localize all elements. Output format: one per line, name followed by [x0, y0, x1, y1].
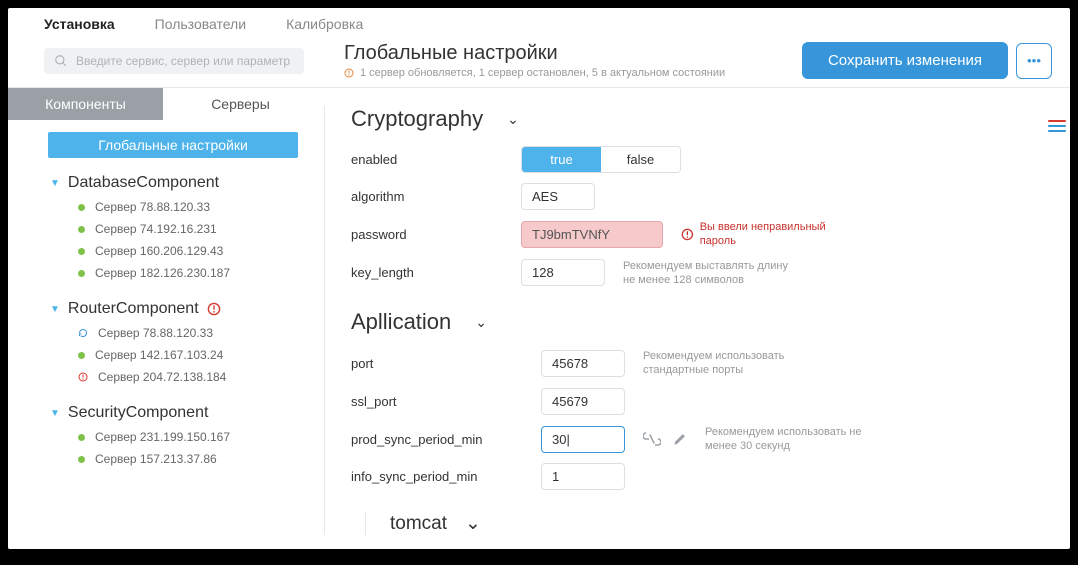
row-prod-sync: prod_sync_period_min Рекомендуем использ…	[351, 425, 1050, 454]
input-ssl-port[interactable]	[541, 388, 625, 415]
chevron-down-icon: ▼	[50, 304, 60, 315]
burger-line-icon	[1048, 120, 1066, 122]
save-button[interactable]: Сохранить изменения	[802, 42, 1008, 79]
label-ssl-port: ssl_port	[351, 394, 541, 409]
toolbar: Глобальные настройки 1 сервер обновляетс…	[8, 38, 1070, 88]
status-dot-ok-icon	[78, 204, 85, 211]
label-password: password	[351, 227, 521, 242]
label-enabled: enabled	[351, 152, 521, 167]
topnav-installation[interactable]: Установка	[44, 16, 115, 32]
page-title: Глобальные настройки	[344, 42, 802, 65]
status-dot-ok-icon	[78, 434, 85, 441]
sidebar: Компоненты Серверы Глобальные настройки …	[8, 88, 318, 549]
chevron-down-icon: ⌄	[507, 111, 519, 128]
component-group-security: ▼ SecurityComponent Сервер 231.199.150.1…	[8, 400, 318, 470]
server-item[interactable]: Сервер 78.88.120.33	[8, 196, 318, 218]
error-icon	[78, 372, 88, 382]
section-application[interactable]: Apllication ⌄	[351, 309, 1050, 335]
toggle-false[interactable]: false	[601, 147, 680, 172]
component-header-security[interactable]: ▼ SecurityComponent	[8, 400, 318, 426]
server-item[interactable]: Сервер 78.88.120.33	[8, 322, 318, 344]
topnav-users[interactable]: Пользователи	[155, 16, 246, 32]
server-item[interactable]: Сервер 182.126.230.187	[8, 262, 318, 284]
input-prod-sync[interactable]	[541, 426, 625, 453]
tab-components[interactable]: Компоненты	[8, 88, 163, 120]
input-port[interactable]	[541, 350, 625, 377]
password-error: Вы ввели неправильный пароль	[681, 220, 861, 249]
chevron-down-icon: ▼	[50, 178, 60, 189]
more-actions-button[interactable]: •••	[1016, 43, 1052, 79]
section-tomcat[interactable]: tomcat ⌄	[366, 512, 1050, 535]
pencil-icon[interactable]	[673, 432, 687, 446]
tab-servers[interactable]: Серверы	[163, 88, 318, 120]
search-box[interactable]	[44, 48, 304, 74]
panel-menu-button[interactable]	[1048, 120, 1066, 132]
label-prod-sync: prod_sync_period_min	[351, 432, 541, 447]
label-info-sync: info_sync_period_min	[351, 469, 541, 484]
error-icon	[681, 228, 694, 241]
label-algorithm: algorithm	[351, 189, 521, 204]
topnav-calibration[interactable]: Калибровка	[286, 16, 363, 32]
label-key-length: key_length	[351, 265, 521, 280]
row-enabled: enabled true false	[351, 146, 1050, 173]
server-item[interactable]: Сервер 74.192.16.231	[8, 218, 318, 240]
error-icon	[207, 302, 221, 316]
input-password[interactable]	[521, 221, 663, 248]
component-header-router[interactable]: ▼ RouterComponent	[8, 296, 318, 322]
status-dot-ok-icon	[78, 456, 85, 463]
server-item[interactable]: Сервер 231.199.150.167	[8, 426, 318, 448]
input-algorithm[interactable]	[521, 183, 595, 210]
input-info-sync[interactable]	[541, 463, 625, 490]
status-dot-ok-icon	[78, 352, 85, 359]
search-input[interactable]	[76, 54, 294, 68]
burger-line-icon	[1048, 125, 1066, 127]
server-item[interactable]: Сервер 204.72.138.184	[8, 366, 318, 388]
burger-line-icon	[1048, 130, 1066, 132]
top-nav: Установка Пользователи Калибровка	[8, 8, 1070, 38]
link-break-icon[interactable]	[643, 432, 661, 446]
chevron-down-icon: ⌄	[465, 512, 481, 535]
input-key-length[interactable]	[521, 259, 605, 286]
status-dot-ok-icon	[78, 226, 85, 233]
sidebar-tabs: Компоненты Серверы	[8, 88, 318, 120]
row-key-length: key_length Рекомендуем выставлять длину …	[351, 259, 1050, 288]
component-group-router: ▼ RouterComponent Сервер 78.88.120.33 Се…	[8, 296, 318, 388]
hint-prod-sync: Рекомендуем использовать не менее 30 сек…	[705, 425, 862, 454]
server-item[interactable]: Сервер 160.206.129.43	[8, 240, 318, 262]
page-status: 1 сервер обновляется, 1 сервер остановле…	[344, 67, 802, 79]
status-dot-ok-icon	[78, 270, 85, 277]
chevron-down-icon: ⌄	[475, 314, 487, 331]
main-panel: Cryptography ⌄ enabled true false algori…	[318, 88, 1070, 549]
row-ssl-port: ssl_port	[351, 388, 1050, 415]
reload-icon	[78, 328, 88, 338]
component-group-database: ▼ DatabaseComponent Сервер 78.88.120.33 …	[8, 170, 318, 284]
row-algorithm: algorithm	[351, 183, 1050, 210]
hint-key-length: Рекомендуем выставлять длину не менее 12…	[623, 259, 788, 288]
chevron-down-icon: ▼	[50, 408, 60, 419]
global-settings-pill[interactable]: Глобальные настройки	[48, 132, 298, 158]
dots-icon: •••	[1027, 53, 1041, 68]
server-item[interactable]: Сервер 157.213.37.86	[8, 448, 318, 470]
toggle-enabled[interactable]: true false	[521, 146, 681, 173]
label-port: port	[351, 356, 541, 371]
status-dot-ok-icon	[78, 248, 85, 255]
component-header-database[interactable]: ▼ DatabaseComponent	[8, 170, 318, 196]
warning-icon	[344, 68, 354, 78]
section-cryptography[interactable]: Cryptography ⌄	[351, 106, 1050, 132]
toggle-true[interactable]: true	[522, 147, 601, 172]
search-icon	[54, 54, 68, 68]
row-info-sync: info_sync_period_min	[351, 463, 1050, 490]
server-item[interactable]: Сервер 142.167.103.24	[8, 344, 318, 366]
row-password: password Вы ввели неправильный пароль	[351, 220, 1050, 249]
hint-port: Рекомендуем использовать стандартные пор…	[643, 349, 784, 378]
row-port: port Рекомендуем использовать стандартны…	[351, 349, 1050, 378]
